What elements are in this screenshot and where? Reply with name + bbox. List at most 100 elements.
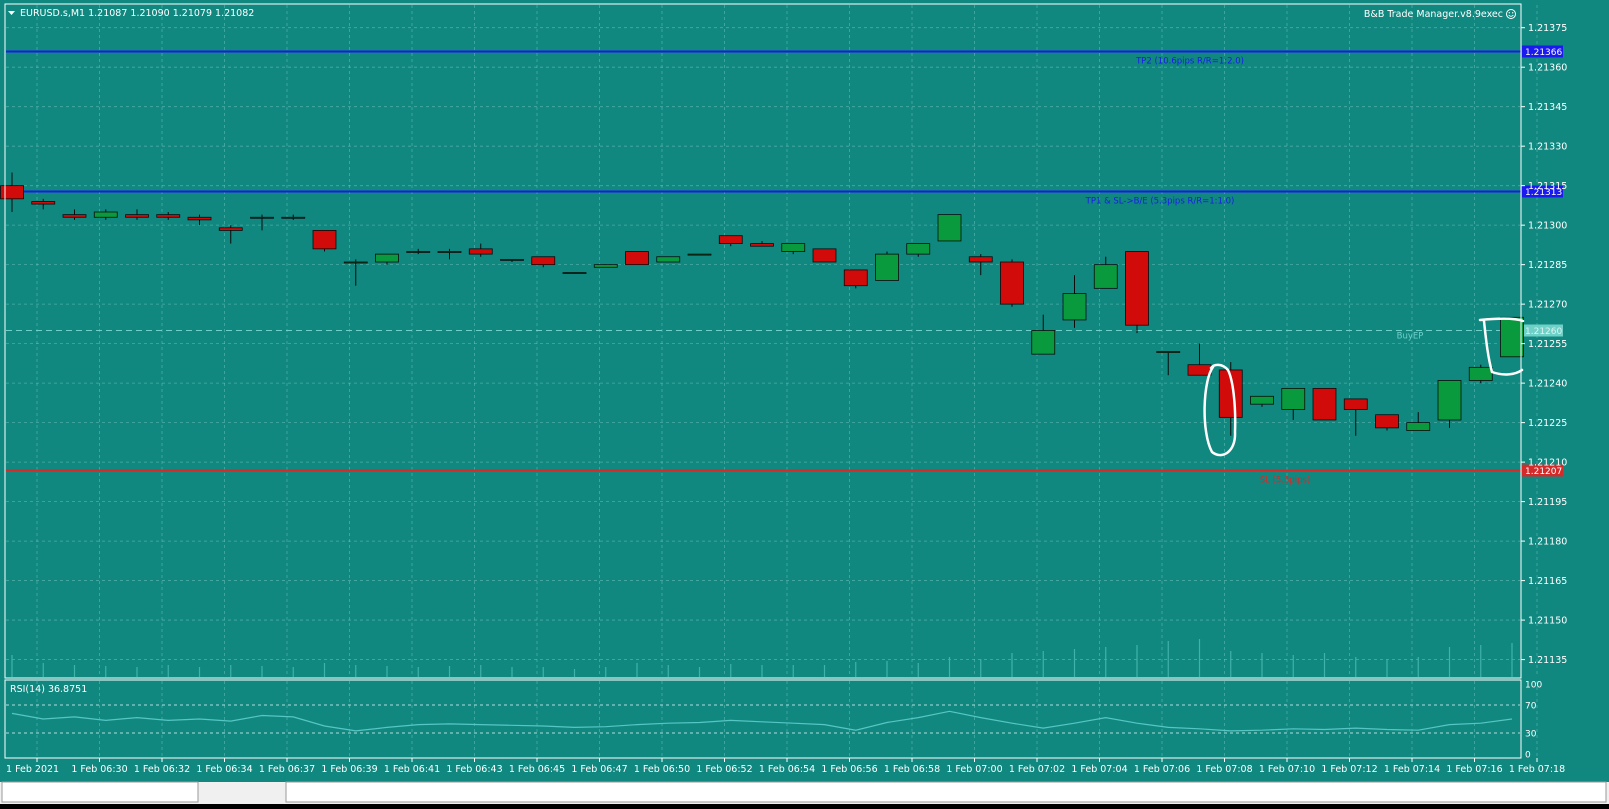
price-tick-label: 1.21300 (1528, 221, 1567, 232)
time-tick-label: 1 Feb 07:08 (1196, 764, 1252, 775)
time-tick-label: 1 Feb 07:10 (1259, 764, 1315, 775)
price-tick-label: 1.21330 (1528, 142, 1567, 153)
time-tick-label: 1 Feb 06:54 (759, 764, 815, 775)
price-tick-label: 1.21165 (1528, 576, 1567, 587)
candle-bearish (125, 214, 149, 218)
candle-bullish (250, 216, 274, 219)
time-tick-label: 1 Feb 06:56 (821, 764, 877, 775)
price-tick-label: 1.21180 (1528, 537, 1567, 548)
candle-bearish (1312, 387, 1337, 421)
price-tick-label: 1.21225 (1528, 418, 1567, 429)
time-tick-label: 1 Feb 06:41 (384, 764, 440, 775)
candle-bullish (656, 256, 681, 263)
time-tick-label: 1 Feb 06:58 (884, 764, 940, 775)
price-tick-label: 1.21315 (1528, 181, 1567, 192)
candle-bullish (875, 253, 899, 281)
price-tick-label: 1.21360 (1528, 63, 1567, 74)
price-tag-label: 1.21366 (1525, 48, 1562, 58)
candle-bullish (1437, 380, 1462, 421)
chart-background[interactable] (0, 0, 1609, 782)
level-label: BuyEP (1397, 332, 1424, 342)
candle-bullish (1250, 395, 1274, 405)
candle-bearish (31, 201, 56, 205)
price-tick-label: 1.21255 (1528, 339, 1567, 350)
time-tick-label: 1 Feb 06:34 (196, 764, 252, 775)
candle-bearish (1000, 261, 1024, 305)
time-tick-label: 1 Feb 06:52 (696, 764, 752, 775)
candle-bearish (625, 251, 649, 266)
time-tick-label: 1 Feb 06:50 (634, 764, 690, 775)
candle-bearish (468, 248, 493, 255)
candle-bearish (156, 214, 181, 218)
time-tick-label: 1 Feb 07:04 (1071, 764, 1127, 775)
candle-bearish (968, 256, 993, 263)
candle-bearish (531, 256, 556, 266)
candle-bearish (312, 230, 337, 250)
time-tick-label: 1 Feb 06:47 (571, 764, 627, 775)
candle-bullish (343, 261, 368, 264)
time-tick-label: 1 Feb 2021 (6, 764, 59, 775)
price-tick-label: 1.21195 (1528, 497, 1567, 508)
price-tick-label: 1.21240 (1528, 379, 1567, 390)
candle-bullish (1281, 387, 1306, 410)
candle-bullish (906, 243, 931, 255)
chart-tab[interactable] (285, 781, 1607, 803)
candle-bullish (937, 214, 962, 242)
price-tick-label: 1.21285 (1528, 260, 1567, 271)
rsi-level-label: 30 (1525, 730, 1537, 740)
chart-tab-active[interactable] (1, 781, 199, 803)
candle-bearish (218, 227, 243, 231)
bottom-tab-strip (0, 781, 1609, 804)
candle-bearish (812, 248, 837, 263)
candle-bullish (406, 251, 431, 253)
candle-bullish (1406, 422, 1431, 431)
candle-bullish (1062, 293, 1087, 321)
candle-bullish (1500, 316, 1524, 358)
price-tag-label: 1.21260 (1525, 327, 1562, 337)
trading-terminal: TP2 (10.6pips R/R=1:2.0) 1.21366 TP1 & SL-… (0, 0, 1609, 804)
ea-label: B&B Trade Manager.v8.9exec (1364, 9, 1503, 20)
candle-bullish (281, 216, 306, 219)
price-tick-label: 1.21150 (1528, 616, 1567, 627)
time-tick-label: 1 Feb 07:00 (946, 764, 1002, 775)
candle-bullish (500, 258, 524, 261)
candle-bearish (187, 216, 212, 221)
time-tick-label: 1 Feb 07:18 (1509, 764, 1565, 775)
price-tick-label: 1.21375 (1528, 23, 1567, 34)
candle-bullish (93, 211, 118, 218)
price-tick-label: 1.21210 (1528, 458, 1567, 469)
time-tick-label: 1 Feb 06:45 (509, 764, 565, 775)
candle-bullish (781, 243, 806, 252)
candle-bearish (0, 185, 24, 200)
candle-bullish (1468, 366, 1493, 381)
candle-bullish (1093, 264, 1118, 289)
candle-bearish (62, 214, 87, 218)
time-tick-label: 1 Feb 07:12 (1321, 764, 1377, 775)
time-tick-label: 1 Feb 06:39 (321, 764, 377, 775)
candle-bearish (1125, 251, 1149, 326)
candle-bullish (375, 253, 399, 263)
candle-bearish (1343, 398, 1368, 410)
candle-bullish (1031, 330, 1056, 355)
price-tick-label: 1.21135 (1528, 655, 1567, 666)
rsi-label: RSI(14) 36.8751 (10, 684, 87, 695)
rsi-level-label: 70 (1525, 702, 1537, 712)
time-tick-label: 1 Feb 06:37 (259, 764, 315, 775)
rsi-level-label: 100 (1525, 681, 1542, 691)
symbol-info: EURUSD.s,M1 1.21087 1.21090 1.21079 1.21… (20, 8, 254, 19)
candle-bullish (437, 251, 462, 253)
candle-bearish (750, 243, 774, 247)
time-tick-label: 1 Feb 07:16 (1446, 764, 1502, 775)
time-tick-label: 1 Feb 07:02 (1009, 764, 1065, 775)
time-tick-label: 1 Feb 06:43 (446, 764, 502, 775)
candle-bearish (1187, 364, 1212, 376)
candle-bullish (687, 253, 712, 256)
candle-bearish (718, 235, 743, 244)
time-tick-label: 1 Feb 07:06 (1134, 764, 1190, 775)
price-tick-label: 1.21345 (1528, 102, 1567, 113)
candle-bearish (1375, 414, 1399, 429)
candle-bullish (1156, 351, 1181, 353)
price-tick-label: 1.21270 (1528, 300, 1567, 311)
candle-bullish (593, 264, 618, 268)
rsi-level-label: 0 (1525, 751, 1531, 761)
